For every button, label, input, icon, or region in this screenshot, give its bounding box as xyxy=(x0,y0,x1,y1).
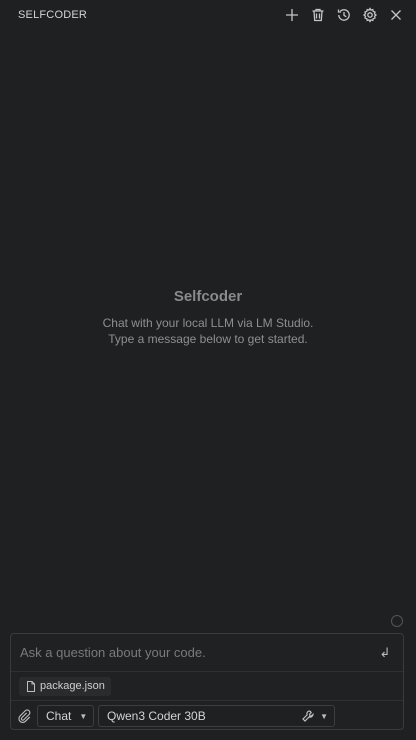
model-value: Qwen3 Coder 30B xyxy=(107,709,206,723)
empty-state-line-2: Type a message below to get started. xyxy=(108,332,308,346)
trash-icon xyxy=(312,8,324,22)
wrench-icon xyxy=(302,710,314,722)
input-row: ↲ xyxy=(11,634,403,671)
send-button[interactable]: ↲ xyxy=(377,645,393,661)
divider xyxy=(11,700,403,701)
file-icon xyxy=(27,680,35,692)
chevron-down-icon: ▼ xyxy=(320,711,328,721)
mode-value: Chat xyxy=(46,709,72,723)
chevron-down-icon: ▼ xyxy=(79,711,88,721)
empty-state-title: Selfcoder xyxy=(173,288,243,305)
empty-state: Selfcoder Chat with your local LLM via L… xyxy=(0,288,416,347)
divider xyxy=(11,671,403,672)
settings-button[interactable] xyxy=(360,5,380,25)
close-icon xyxy=(391,10,401,20)
status-circle-icon xyxy=(391,615,403,627)
clear-chat-button[interactable] xyxy=(308,5,328,25)
chat-input[interactable] xyxy=(20,645,377,660)
history-icon xyxy=(337,9,350,21)
selfcoder-panel: SELFCODER Selfcoder Chat with your local… xyxy=(0,0,416,740)
enter-icon: ↲ xyxy=(379,644,391,660)
plus-icon xyxy=(286,9,298,21)
close-button[interactable] xyxy=(386,5,406,25)
composer-toolbar: Chat ▼ Qwen3 Coder 30B ▼ xyxy=(11,704,403,728)
paperclip-icon xyxy=(18,709,31,723)
model-select[interactable]: Qwen3 Coder 30B ▼ xyxy=(98,705,335,727)
mode-select[interactable]: Chat ▼ xyxy=(37,705,94,727)
panel-title: SELFCODER xyxy=(18,9,88,21)
context-file-name: package.json xyxy=(40,680,105,692)
empty-state-line-1: Chat with your local LLM via LM Studio. xyxy=(102,316,314,330)
new-chat-button[interactable] xyxy=(282,5,302,25)
header-actions xyxy=(282,5,406,25)
gear-icon xyxy=(362,7,378,23)
history-button[interactable] xyxy=(334,5,354,25)
attach-button[interactable] xyxy=(15,707,33,725)
chat-composer: ↲ package.json Chat ▼ xyxy=(10,633,404,730)
context-row: package.json xyxy=(19,676,111,696)
panel-header: SELFCODER xyxy=(0,0,416,30)
context-file-chip[interactable]: package.json xyxy=(19,676,111,696)
